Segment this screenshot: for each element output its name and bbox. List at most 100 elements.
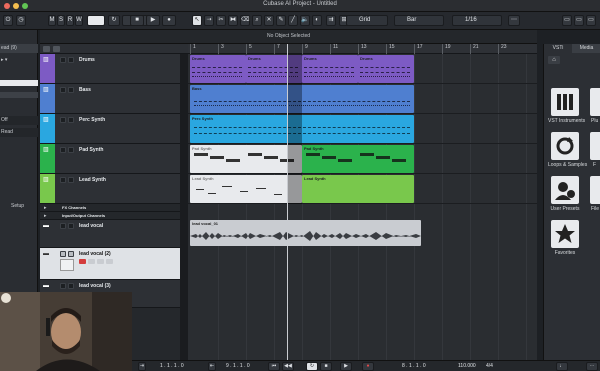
grid-type-dropdown[interactable]: Grid bbox=[346, 15, 388, 26]
play-tool[interactable]: 🔈 bbox=[300, 15, 310, 26]
read-mode-button[interactable]: R bbox=[66, 15, 74, 26]
inspector-row[interactable] bbox=[0, 188, 38, 197]
go-to-start-button[interactable]: ⏮ bbox=[268, 362, 280, 371]
record-enable-button[interactable] bbox=[79, 259, 86, 264]
mute-mode-button[interactable]: M bbox=[48, 15, 56, 26]
midi-part-bass[interactable]: Bass bbox=[190, 85, 414, 113]
transport-options-icon[interactable]: ⋯ bbox=[586, 362, 598, 371]
window-layout-bottom-icon[interactable]: ▭ bbox=[586, 15, 596, 26]
folder-io-channels[interactable]: ▸ Input/Output Channels bbox=[40, 212, 180, 220]
grid-resolution-dropdown[interactable]: Bar bbox=[394, 15, 444, 26]
glue-tool[interactable]: ⧓ bbox=[228, 15, 238, 26]
inspector-row[interactable]: ▸ ▾ bbox=[0, 56, 38, 65]
home-icon[interactable]: ⌂ bbox=[548, 56, 560, 64]
monitor-button[interactable] bbox=[88, 259, 95, 264]
split-tool[interactable]: ✂ bbox=[216, 15, 226, 26]
solo-button[interactable] bbox=[68, 177, 74, 183]
metronome-icon[interactable]: ♩ bbox=[556, 362, 568, 371]
inspector-row[interactable] bbox=[0, 164, 38, 173]
solo-button[interactable] bbox=[68, 117, 74, 123]
track-list-options-icon[interactable] bbox=[53, 46, 60, 52]
cycle-toggle-button[interactable]: ↻ bbox=[108, 15, 120, 26]
window-layout-right-icon[interactable]: ▭ bbox=[574, 15, 584, 26]
activate-project-button[interactable]: ⏻ bbox=[3, 15, 13, 26]
write-mode-button[interactable]: W bbox=[75, 15, 83, 26]
solo-button[interactable] bbox=[68, 87, 74, 93]
quantize-settings-button[interactable]: ⋯ bbox=[508, 15, 520, 26]
solo-button[interactable] bbox=[68, 283, 74, 289]
record-button[interactable]: ● bbox=[162, 15, 176, 26]
transport-play-button[interactable]: ▶ bbox=[340, 362, 352, 371]
signature-display[interactable]: 4/4 bbox=[486, 363, 493, 369]
midi-part-perc-synth[interactable]: Perc Synth bbox=[190, 115, 414, 143]
mute-button[interactable] bbox=[60, 283, 66, 289]
plugin-icon[interactable] bbox=[590, 88, 600, 116]
tab-media[interactable]: Media bbox=[572, 44, 600, 53]
project-cursor[interactable] bbox=[287, 44, 288, 362]
ruler[interactable]: 1 3 5 7 9 11 13 15 17 19 21 23 bbox=[188, 44, 537, 54]
file-browser-icon[interactable] bbox=[590, 176, 600, 204]
project-window-event-display[interactable]: Drums Drums Drums Drums Bass Perc Synth … bbox=[188, 54, 537, 362]
solo-button[interactable] bbox=[68, 251, 74, 257]
vst-instruments-item[interactable]: VST Instruments bbox=[548, 88, 585, 124]
color-tool[interactable]: ◐ bbox=[312, 15, 322, 26]
play-button[interactable]: ▶ bbox=[146, 15, 160, 26]
write-automation-button[interactable] bbox=[106, 259, 113, 264]
cycle-button[interactable]: ↻ bbox=[306, 362, 318, 371]
mute-button[interactable] bbox=[60, 147, 66, 153]
user-presets-item[interactable]: User Presets bbox=[548, 176, 582, 212]
midi-part-lead-synth[interactable]: Lead Synth bbox=[190, 175, 302, 203]
track-header-lead-vocal[interactable]: ▬ lead vocal bbox=[40, 220, 180, 248]
inspector-track-name[interactable]: ead (9) bbox=[0, 44, 38, 53]
track-header-lead-synth[interactable]: ▥ Lead Synth bbox=[40, 174, 180, 204]
tempo-display[interactable]: 110.000 bbox=[458, 363, 476, 369]
autoscroll-button[interactable]: ⇉ bbox=[326, 15, 336, 26]
transport-record-button[interactable]: ● bbox=[362, 362, 374, 371]
audio-event-lead-vocal[interactable]: lead vocal_01 bbox=[190, 220, 421, 246]
mute-button[interactable] bbox=[60, 177, 66, 183]
solo-mode-button[interactable]: S bbox=[57, 15, 65, 26]
inspector-off-field[interactable]: Off bbox=[0, 116, 38, 125]
track-header-drums[interactable]: ▥ Drums bbox=[40, 54, 180, 84]
right-locator-position[interactable]: 9 . 1 . 1 . 0 bbox=[226, 363, 250, 369]
track-header-perc-synth[interactable]: ▥ Perc Synth bbox=[40, 114, 180, 144]
mute-tool[interactable]: ✕ bbox=[264, 15, 274, 26]
constrain-delay-button[interactable]: ◷ bbox=[16, 15, 26, 26]
track-list-scrollbar[interactable] bbox=[180, 54, 188, 362]
inspector-read-field[interactable]: Read bbox=[0, 128, 38, 137]
stop-button[interactable]: ■ bbox=[130, 15, 144, 26]
inspector-row[interactable] bbox=[0, 152, 38, 161]
midi-part-lead-synth[interactable]: Lead Synth bbox=[302, 175, 414, 203]
mute-button[interactable] bbox=[60, 251, 66, 257]
zoom-tool[interactable]: ⌕ bbox=[252, 15, 262, 26]
mute-button[interactable] bbox=[60, 117, 66, 123]
track-header-bass[interactable]: ▥ Bass bbox=[40, 84, 180, 114]
midi-part-drums[interactable]: Drums bbox=[358, 55, 414, 83]
mute-button[interactable] bbox=[60, 223, 66, 229]
factory-content-icon[interactable] bbox=[590, 132, 600, 160]
inspector-row[interactable] bbox=[0, 176, 38, 185]
folder-fx-channels[interactable]: ▸ FX Channels bbox=[40, 204, 180, 212]
draw-tool[interactable]: ✎ bbox=[276, 15, 286, 26]
favorites-item[interactable]: Favorites bbox=[548, 220, 582, 256]
track-header-lead-vocal-2[interactable]: ▬ lead vocal (2) bbox=[40, 248, 180, 280]
right-locator-button[interactable]: ⇤ bbox=[208, 362, 216, 371]
tab-vsti[interactable]: VSTi bbox=[544, 44, 572, 53]
add-track-icon[interactable] bbox=[43, 46, 50, 52]
erase-tool[interactable]: ⌫ bbox=[240, 15, 250, 26]
mute-button[interactable] bbox=[60, 87, 66, 93]
inspector-setup-label[interactable]: Setup bbox=[10, 202, 38, 211]
midi-part-pad-synth[interactable]: Pad Synth bbox=[190, 145, 302, 173]
midi-part-drums[interactable]: Drums bbox=[302, 55, 358, 83]
object-selection-tool[interactable]: ↖ bbox=[192, 15, 202, 26]
media-bay-button[interactable] bbox=[87, 15, 105, 26]
transport-stop-button[interactable]: ■ bbox=[320, 362, 332, 371]
solo-button[interactable] bbox=[68, 57, 74, 63]
solo-button[interactable] bbox=[68, 147, 74, 153]
rewind-button[interactable]: ◀◀ bbox=[282, 362, 294, 371]
read-automation-button[interactable] bbox=[97, 259, 104, 264]
range-tool[interactable]: ⇢ bbox=[204, 15, 214, 26]
mute-button[interactable] bbox=[60, 57, 66, 63]
time-display[interactable]: 8 . 1 . 1 . 0 bbox=[402, 363, 426, 369]
window-layout-left-icon[interactable]: ▭ bbox=[562, 15, 572, 26]
